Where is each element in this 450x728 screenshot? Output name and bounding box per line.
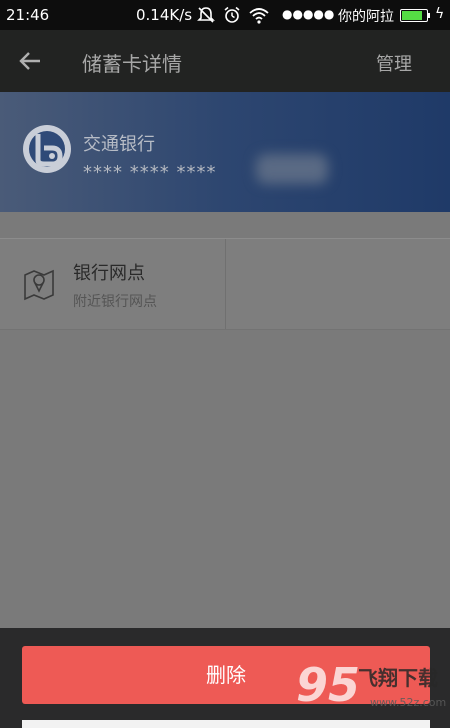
tile-subtitle: 附近银行网点 bbox=[73, 294, 157, 310]
charging-icon: ϟ bbox=[435, 6, 445, 22]
back-button[interactable] bbox=[14, 47, 46, 75]
status-icons bbox=[196, 4, 270, 26]
card-number: **** **** **** bbox=[83, 162, 217, 183]
alarm-icon bbox=[224, 6, 240, 23]
tile-title: 银行网点 bbox=[73, 263, 145, 284]
carrier-name: 你的阿拉 bbox=[338, 9, 394, 25]
map-pin-icon bbox=[24, 269, 54, 301]
battery-level bbox=[402, 11, 422, 20]
tile-divider bbox=[225, 239, 226, 329]
watermark-logo: 95 飞翔下载 www.52z.com bbox=[296, 652, 446, 722]
bank-card[interactable]: 交通银行 **** **** **** bbox=[0, 92, 450, 212]
wifi-icon bbox=[249, 8, 269, 24]
watermark-number: 95 bbox=[296, 658, 361, 712]
status-time: 21:46 bbox=[6, 6, 50, 24]
manage-button[interactable]: 管理 bbox=[376, 50, 412, 76]
services-row: 银行网点 附近银行网点 bbox=[0, 238, 450, 330]
signal-strength: ●●●●● bbox=[282, 7, 335, 21]
page-title: 储蓄卡详情 bbox=[82, 52, 182, 76]
bank-name: 交通银行 bbox=[83, 134, 155, 155]
bank-logo-icon bbox=[23, 125, 71, 173]
app-header: 储蓄卡详情 管理 bbox=[0, 30, 450, 92]
watermark-text: 飞翔下载 bbox=[358, 666, 438, 690]
status-bar: 21:46 0.14K/s ●●●●● 你的阿拉 ϟ bbox=[0, 0, 450, 30]
arrow-left-icon bbox=[19, 52, 40, 70]
battery-cap bbox=[428, 13, 430, 18]
mute-bell-icon bbox=[197, 7, 215, 23]
battery-icon bbox=[400, 9, 428, 22]
watermark-url: www.52z.com bbox=[370, 696, 447, 709]
card-number-blur bbox=[256, 154, 328, 184]
network-speed: 0.14K/s bbox=[136, 6, 193, 24]
